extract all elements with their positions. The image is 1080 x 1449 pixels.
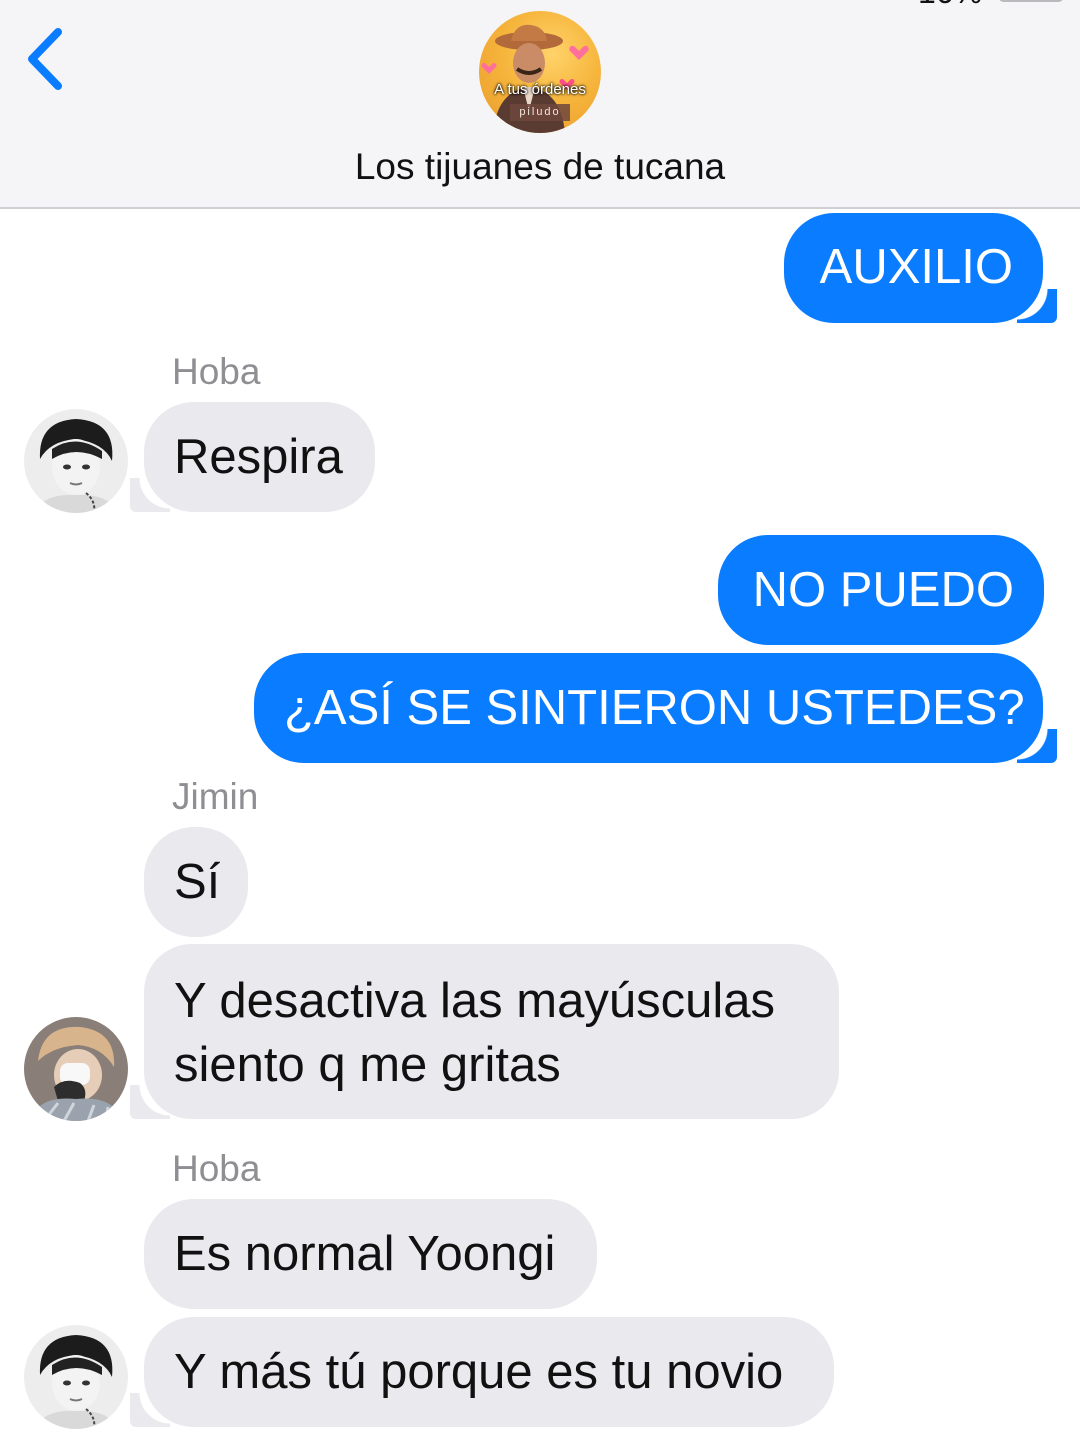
messages-screen: 16% A tus órd — [0, 0, 1080, 1449]
message-bubble-outgoing[interactable]: NO PUEDO — [718, 535, 1044, 645]
battery-icon — [998, 0, 1064, 2]
message-bubble-incoming[interactable]: Y desactiva las mayúsculas siento q me g… — [130, 944, 839, 1119]
avatar-photo — [24, 1325, 128, 1429]
conversation-title[interactable]: Los tijuanes de tucana — [0, 146, 1080, 188]
message-text-line: siento q me gritas — [174, 1038, 561, 1092]
avatar-photo — [24, 1017, 128, 1121]
avatar-hoba[interactable] — [24, 1325, 128, 1429]
message-text: NO PUEDO — [752, 563, 1014, 617]
message-text: Respira — [174, 430, 343, 484]
avatar-photo — [24, 409, 128, 513]
message-text: ¿ASÍ SE SINTIERON USTEDES? — [284, 681, 1025, 735]
chevron-left-icon — [28, 28, 62, 90]
avatar-hoba[interactable] — [24, 409, 128, 513]
sender-name: Jimin — [172, 776, 259, 817]
avatar-jimin[interactable] — [24, 1017, 128, 1121]
message-text-line: Y desactiva las mayúsculas — [174, 974, 775, 1028]
back-button[interactable] — [20, 22, 80, 98]
message-bubble-outgoing[interactable]: AUXILIO — [784, 213, 1057, 323]
message-text: Y más tú porque es tu novio — [174, 1345, 784, 1399]
group-avatar[interactable]: A tus órdenes piludo — [479, 11, 601, 133]
sender-name: Hoba — [172, 351, 261, 392]
battery-percentage: 16% — [918, 0, 982, 11]
message-bubble-outgoing[interactable]: ¿ASÍ SE SINTIERON USTEDES? — [254, 653, 1057, 763]
conversation-header: 16% A tus órd — [0, 0, 1080, 209]
message-bubble-incoming[interactable]: Sí — [144, 827, 248, 937]
message-bubble-incoming[interactable]: Y más tú porque es tu novio — [130, 1317, 834, 1427]
sender-name: Hoba — [172, 1148, 261, 1189]
group-avatar-caption: A tus órdenes — [494, 81, 586, 98]
group-avatar-subcaption: piludo — [510, 104, 570, 121]
message-text: Sí — [174, 855, 221, 909]
message-bubble-incoming[interactable]: Respira — [130, 402, 375, 512]
message-text: Es normal Yoongi — [174, 1227, 556, 1281]
message-text: AUXILIO — [819, 240, 1013, 294]
message-bubble-incoming[interactable]: Es normal Yoongi — [144, 1199, 597, 1309]
